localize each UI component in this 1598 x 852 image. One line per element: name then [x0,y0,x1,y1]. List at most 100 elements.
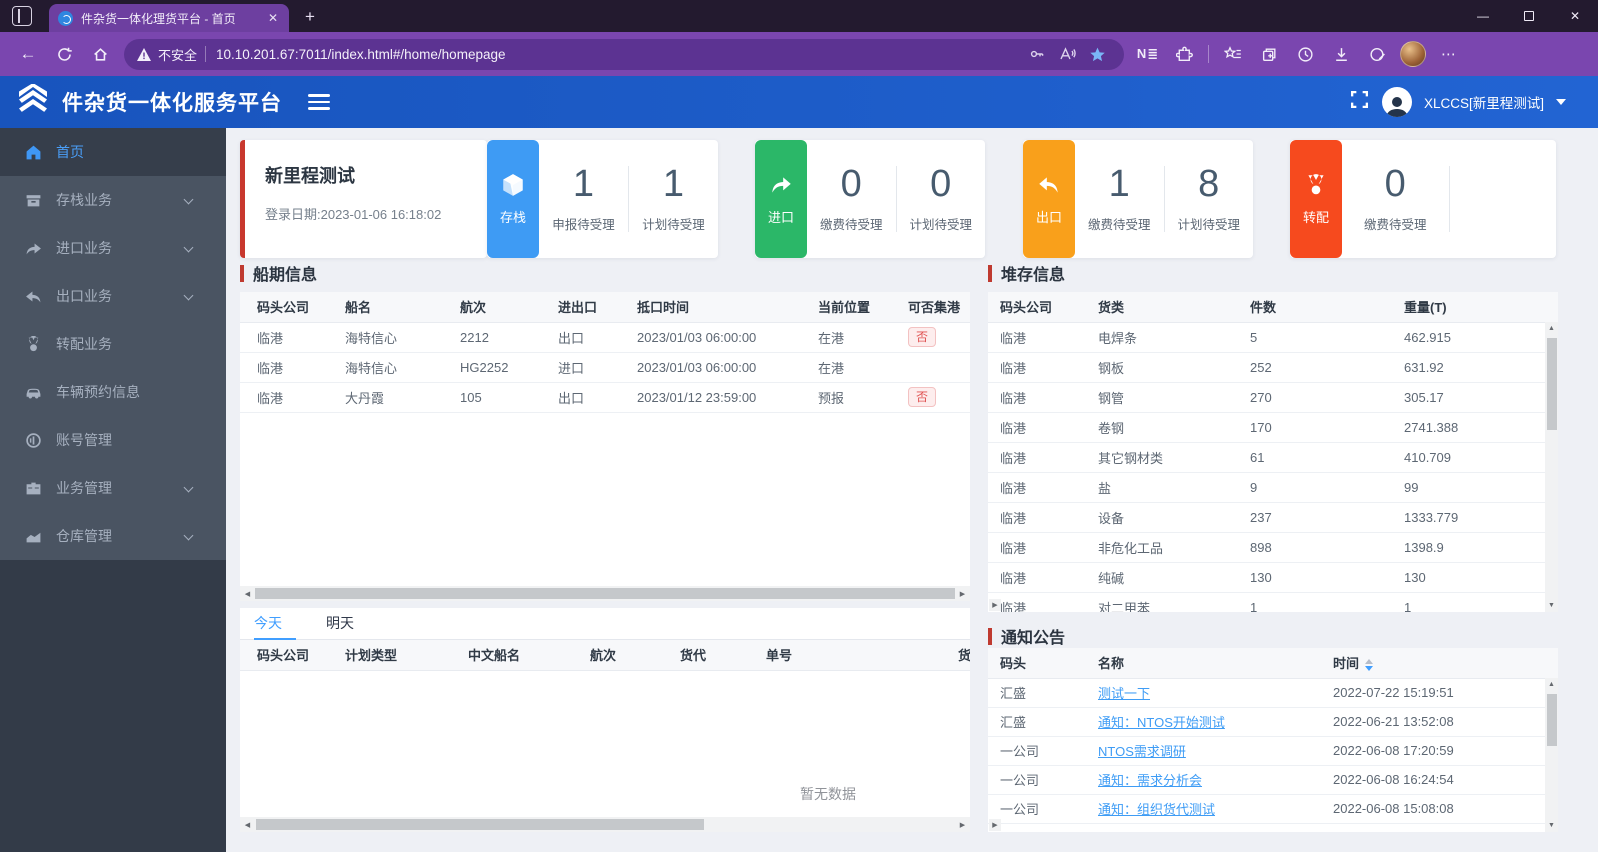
history-icon[interactable] [1290,39,1320,69]
storage-section-title: 堆存信息 [988,262,1065,284]
scroll-right-icon[interactable]: ▶ [989,599,1001,611]
scroll-down-icon[interactable]: ▼ [1545,819,1558,832]
table-cell: 105 [460,382,558,413]
menu-toggle-icon[interactable] [308,94,330,110]
key-icon[interactable] [1024,41,1050,67]
sidebar-item-transfer-business[interactable]: 转配业务 [0,320,226,368]
table-cell: 否 [908,382,970,413]
refresh-icon[interactable] [49,39,79,69]
window-close-button[interactable]: ✕ [1552,0,1598,32]
window-minimize-button[interactable]: — [1460,0,1506,32]
url-text[interactable]: 10.10.201.67:7011/index.html#/home/homep… [216,47,1022,62]
sidebar-item-export-business[interactable]: 出口业务 [0,272,226,320]
horizontal-scrollbar[interactable]: ◀ ▶ [240,817,970,832]
fullscreen-icon[interactable] [1349,89,1370,115]
metric: 0 缴费待受理 [1363,163,1427,232]
table-row: 临港 纯碱 130 130 [988,562,1558,593]
horizontal-scrollbar[interactable]: ◀ ▶ [240,586,970,601]
chevron-down-icon [183,530,194,541]
scroll-right-icon[interactable]: ▶ [956,818,969,831]
profile-avatar[interactable] [1398,39,1428,69]
user-avatar-icon[interactable] [1381,87,1412,117]
table-row: 临港 钢管 270 305.17 [988,382,1558,413]
window-maximize-button[interactable] [1506,0,1552,32]
scrollbar-thumb[interactable] [1546,694,1557,746]
table-cell: 2023/01/12 23:59:00 [637,382,818,413]
notice-link[interactable]: 通知：NTOS开始测试 [1098,715,1225,730]
scroll-right-icon[interactable]: ▶ [989,819,1001,831]
table-cell: 2022-06-08 16:24:54 [1333,765,1558,795]
user-display-name: 新里程测试 [265,166,355,186]
table-row: 一公司 NTOS需求调研 2022-06-08 17:20:59 [988,736,1558,766]
web-capture-icon[interactable] [1362,39,1392,69]
sidebar-item-label: 进口业务 [56,240,112,256]
table-row: 汇盛 测试一下 2022-07-22 15:19:51 [988,678,1558,708]
address-bar[interactable]: 不安全 10.10.201.67:7011/index.html#/home/h… [124,38,1124,70]
scrollbar-thumb[interactable] [255,588,955,599]
tab-actions-icon[interactable] [12,6,32,26]
table-cell: 99 [1404,472,1558,503]
table-row: 临港 卷钢 170 2741.388 [988,412,1558,443]
user-dropdown-caret-icon[interactable] [1556,99,1566,105]
sortable-column-header[interactable]: 时间 [1333,648,1558,679]
favorite-star-icon[interactable] [1084,41,1110,67]
table-cell: 临港 [988,562,1098,593]
browser-tab[interactable]: 件杂货一体化理货平台 - 首页 ✕ [49,4,289,32]
chevron-down-icon [183,290,194,301]
metric: 0 缴费待受理 [819,163,883,232]
security-label[interactable]: 不安全 [158,45,197,64]
notice-link[interactable]: 通知：需求分析会 [1098,773,1202,788]
site-favicon [58,10,73,26]
sort-icon[interactable] [1365,658,1374,672]
table-cell: 2212 [460,322,558,353]
scroll-up-icon[interactable]: ▲ [1545,678,1558,691]
more-icon[interactable]: ⋯ [1434,39,1464,69]
vertical-scrollbar[interactable]: ▲ ▼ [1545,678,1558,832]
onenote-icon[interactable]: N≣ [1133,39,1163,69]
tab-title: 件杂货一体化理货平台 - 首页 [81,11,236,26]
notice-link[interactable]: NTOS需求调研 [1098,744,1186,759]
table-cell: 钢管 [1098,382,1250,413]
scrollbar-thumb[interactable] [1546,338,1557,430]
new-tab-button[interactable]: + [298,5,322,29]
sidebar-item-warehouse-management[interactable]: 仓库管理 [0,512,226,560]
notice-link[interactable]: 通知：组织货代测试 [1098,802,1215,817]
sidebar-item-label: 出口业务 [56,288,112,304]
sidebar-item-business-management[interactable]: 业务管理 [0,464,226,512]
vertical-scrollbar[interactable]: ▲ ▼ [1545,322,1558,612]
table-cell: 237 [1250,502,1404,533]
scroll-down-icon[interactable]: ▼ [1545,599,1558,612]
chevron-down-icon [183,482,194,493]
home-icon[interactable] [85,39,115,69]
table-cell: 一公司 [988,794,1098,824]
tab-tomorrow[interactable]: 明天 [326,608,354,640]
sidebar-item-vehicle-booking[interactable]: 车辆预约信息 [0,368,226,416]
sidebar-item-storage-business[interactable]: 存栈业务 [0,176,226,224]
downloads-icon[interactable] [1326,39,1356,69]
back-icon[interactable]: ← [13,39,43,69]
notices-table: 码头 名称 时间 汇盛 测试一下 2022-07-22 15:19:51 汇盛 通知：N… [988,648,1558,824]
table-cell: 2022-06-21 13:52:08 [1333,707,1558,737]
table-cell: 钢板 [1098,352,1250,383]
table-cell: 非危化工品 [1098,532,1250,563]
scroll-up-icon[interactable]: ▲ [1545,322,1558,335]
collections-icon[interactable] [1254,39,1284,69]
scroll-right-icon[interactable]: ▶ [956,587,969,600]
favorites-bar-icon[interactable] [1218,39,1248,69]
scroll-left-icon[interactable]: ◀ [241,587,254,600]
table-cell: HG2252 [460,352,558,383]
extensions-icon[interactable] [1169,39,1199,69]
sidebar-item-account-management[interactable]: 账号管理 [0,416,226,464]
sidebar-item-import-business[interactable]: 进口业务 [0,224,226,272]
sidebar-item-home[interactable]: 首页 [0,128,226,176]
table-cell: 临港 [240,322,345,353]
tab-close-icon[interactable]: ✕ [266,11,280,25]
plans-tabbar: 今天 明天 [240,608,970,640]
user-name[interactable]: XLCCS[新里程测试] [1424,92,1544,112]
read-aloud-icon[interactable] [1054,41,1080,67]
tab-today[interactable]: 今天 [254,608,282,640]
table-header-row: 码头公司 货类 件数 重量(T) [988,292,1558,323]
notice-link[interactable]: 测试一下 [1098,686,1150,701]
scroll-left-icon[interactable]: ◀ [241,818,254,831]
scrollbar-thumb[interactable] [256,819,704,830]
